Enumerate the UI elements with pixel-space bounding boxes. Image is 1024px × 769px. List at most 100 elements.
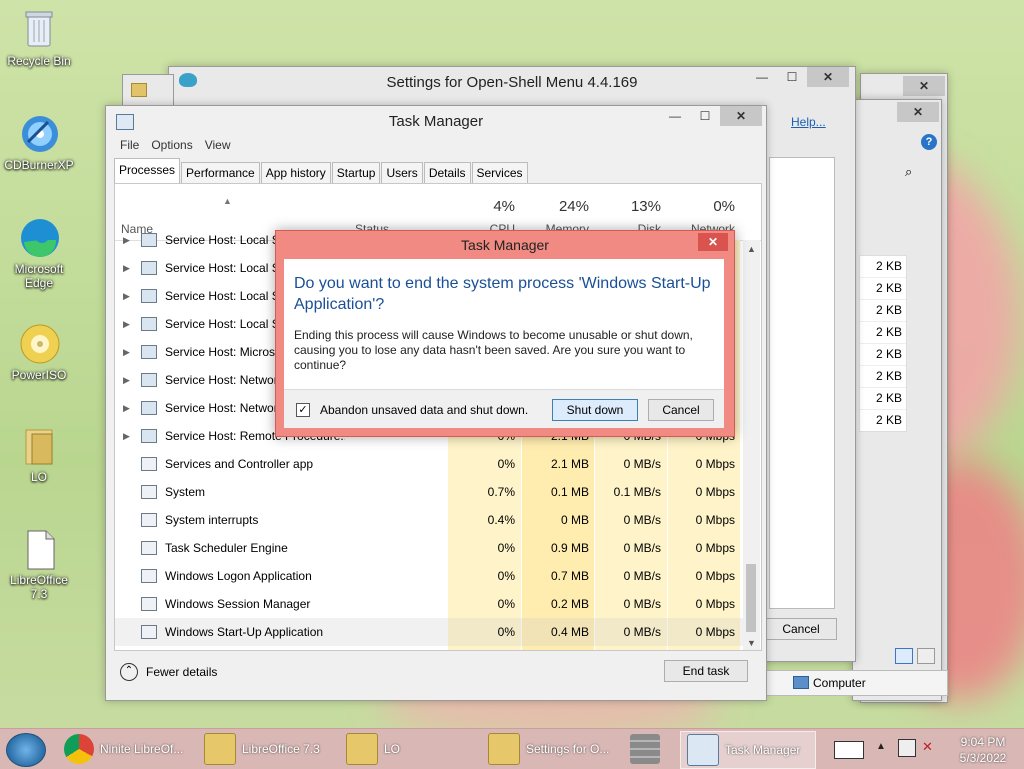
process-row[interactable]: Task Scheduler Engine 0% 0.9 MB 0 MB/s 0 Mbp… (115, 534, 747, 562)
abandon-checkbox[interactable]: ✓ (296, 403, 310, 417)
size-column: 2 KB 2 KB 2 KB 2 KB 2 KB 2 KB 2 KB 2 KB (859, 255, 907, 432)
taskbar-item-libreoffice-folder[interactable]: LibreOffice 7.3 (198, 731, 334, 767)
scrollbar[interactable]: ▲ ▼ (743, 240, 760, 650)
process-net: 0 Mbps (695, 485, 735, 499)
tab-processes[interactable]: Processes (114, 158, 181, 184)
keyboard-icon[interactable] (834, 741, 864, 759)
tab-users[interactable]: Users (381, 162, 423, 183)
menu-options[interactable]: Options (151, 138, 192, 152)
close-icon[interactable]: ✕ (807, 67, 849, 87)
process-mem: 0.9 MB (550, 541, 589, 555)
taskbar-item-ninite[interactable]: Ninite LibreOf... (58, 731, 192, 767)
process-row[interactable]: Windows Logon Application 0% 0.7 MB 0 MB/s 0… (115, 562, 747, 590)
process-name: System interrupts (165, 513, 259, 527)
process-cpu: 0% (497, 597, 515, 611)
clock-date[interactable]: 5/3/2022 (952, 751, 1014, 765)
expand-chevron-icon[interactable]: ▶ (123, 394, 133, 422)
expand-chevron-icon[interactable]: ▶ (123, 422, 133, 450)
process-row[interactable]: System 0.7% 0.1 MB 0.1 MB/s 0 Mbps (115, 478, 747, 506)
abandon-checkbox-label[interactable]: Abandon unsaved data and shut down. (320, 403, 528, 417)
file-size: 2 KB (860, 344, 906, 366)
close-icon[interactable]: ✕ (720, 106, 762, 126)
process-cpu: 0% (497, 569, 515, 583)
process-row[interactable]: Services and Controller app 0% 2.1 MB 0 MB/… (115, 450, 747, 478)
desktop-icon-cdburnerxp[interactable]: CDBurnerXP (1, 112, 77, 172)
taskbar-item-task-manager[interactable]: Task Manager (680, 731, 816, 769)
libreoffice-icon (18, 527, 60, 571)
desktop-icon-libreoffice[interactable]: LibreOffice 7.3 (1, 527, 77, 601)
explorer-status-strip: Computer (762, 670, 948, 696)
scroll-thumb[interactable] (746, 564, 756, 632)
desktop-icon-label: Microsoft Edge (14, 262, 64, 290)
desktop-icon-edge[interactable]: Microsoft Edge (1, 216, 77, 290)
tab-app-history[interactable]: App history (260, 162, 331, 183)
end-process-dialog: Task Manager ✕ Do you want to end the sy… (275, 230, 735, 437)
close-icon[interactable]: ✕ (903, 76, 945, 96)
process-mem: 0.4 MB (550, 625, 589, 639)
expand-chevron-icon[interactable]: ▶ (123, 282, 133, 310)
expand-chevron-icon[interactable]: ▶ (123, 366, 133, 394)
view-tiles-icon[interactable] (917, 648, 935, 664)
minimize-icon[interactable]: — (747, 67, 777, 87)
process-name: Task Scheduler Engine (165, 541, 288, 555)
process-icon (141, 282, 157, 310)
taskbar-item-settings[interactable]: Settings for O... (482, 731, 618, 767)
expand-chevron-icon[interactable]: ▶ (123, 310, 133, 338)
network-icon[interactable] (898, 739, 916, 757)
maximize-icon[interactable]: ☐ (690, 106, 720, 126)
scroll-up-icon[interactable]: ▲ (743, 244, 760, 254)
chevron-up-icon: ⌃ (120, 663, 138, 681)
shut-down-button[interactable]: Shut down (552, 399, 638, 421)
process-row[interactable]: Windows Session Manager 0% 0.2 MB 0 MB/s 0 M… (115, 590, 747, 618)
process-icon (141, 506, 157, 534)
tab-startup[interactable]: Startup (331, 162, 381, 183)
process-icon (141, 422, 157, 450)
view-details-icon[interactable] (895, 648, 913, 664)
explorer-window: ✕ ? ⌕ 2 KB 2 KB 2 KB 2 KB 2 KB 2 KB 2 KB… (852, 99, 942, 701)
dialog-close-button[interactable]: ✕ (698, 233, 728, 251)
taskbar-item-app[interactable] (624, 731, 674, 767)
process-row[interactable]: Windows Start-Up Application 0% 0.4 MB 0 MB… (115, 618, 747, 646)
expand-chevron-icon[interactable]: ▶ (123, 254, 133, 282)
process-row[interactable]: System interrupts 0.4% 0 MB 0 MB/s 0 Mbps (115, 506, 747, 534)
process-mem: 0 MB (560, 513, 589, 527)
process-name: Services and Controller app (165, 457, 314, 471)
start-button[interactable] (6, 733, 46, 767)
task-manager-icon (687, 734, 719, 766)
taskbar-label: LibreOffice 7.3 (242, 742, 320, 756)
scroll-down-icon[interactable]: ▼ (747, 638, 756, 648)
desktop-icon-recycle-bin[interactable]: Recycle Bin (1, 8, 77, 68)
taskbar-item-lo-folder[interactable]: LO (340, 731, 476, 767)
help-icon[interactable]: ? (921, 134, 937, 150)
fewer-details-button[interactable]: ⌃ Fewer details (120, 663, 217, 681)
process-name: System (165, 485, 206, 499)
process-icon (141, 226, 157, 254)
tab-performance[interactable]: Performance (181, 162, 260, 183)
menu-file[interactable]: File (120, 138, 139, 152)
end-task-button[interactable]: End task (664, 660, 748, 682)
cancel-button[interactable]: Cancel (648, 399, 714, 421)
close-icon[interactable]: ✕ (897, 102, 939, 122)
menu-view[interactable]: View (205, 138, 231, 152)
process-net: 0 Mbps (695, 457, 735, 471)
minimize-icon[interactable]: — (660, 106, 690, 126)
process-disk: 0 MB/s (623, 625, 661, 639)
tray-expand-icon[interactable]: ▲ (876, 741, 886, 752)
process-disk: 0 MB/s (623, 513, 661, 527)
clock-time[interactable]: 9:04 PM (952, 735, 1014, 749)
search-icon[interactable]: ⌕ (905, 164, 912, 180)
tab-services[interactable]: Services (471, 162, 528, 183)
desktop-icon-lo-folder[interactable]: LO (1, 424, 77, 484)
taskbar-label: Task Manager (725, 743, 801, 757)
help-link[interactable]: Help... (791, 115, 826, 129)
expand-chevron-icon[interactable]: ▶ (123, 338, 133, 366)
process-disk: 0 MB/s (623, 457, 661, 471)
volume-muted-icon[interactable]: ✕ (922, 739, 933, 755)
desktop-icon-poweriso[interactable]: PowerISO (1, 322, 77, 382)
recycle-bin-icon (18, 8, 60, 52)
cancel-button[interactable]: Cancel (765, 618, 837, 640)
maximize-icon[interactable]: ☐ (777, 67, 807, 87)
tab-details[interactable]: Details (423, 162, 471, 183)
process-icon (141, 590, 157, 618)
expand-chevron-icon[interactable]: ▶ (123, 226, 133, 254)
